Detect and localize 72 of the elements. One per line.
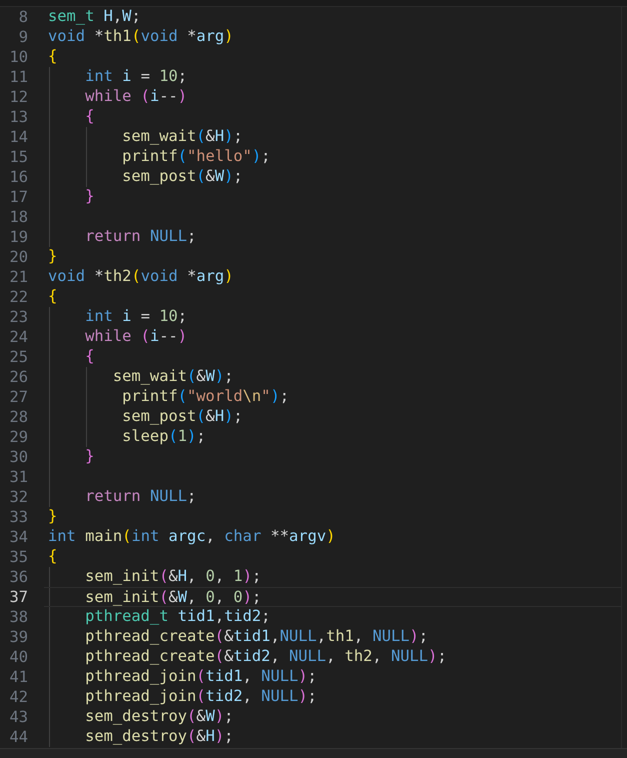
line-number: 35 <box>8 547 28 567</box>
code-line: int main(int argc, char **argv) <box>48 527 336 545</box>
line-number: 22 <box>8 287 28 307</box>
code-line: pthread_t tid1,tid2; <box>84 607 270 625</box>
line-number: 44 <box>8 727 28 747</box>
code-line: while (i--) <box>84 327 188 345</box>
line-number: 15 <box>8 147 28 167</box>
code-line: { <box>48 287 58 305</box>
code-line: } <box>84 187 94 205</box>
line-number: 37 <box>8 587 28 607</box>
line-number: 24 <box>8 327 28 347</box>
line-number: 14 <box>8 127 28 147</box>
code-line: return NULL; <box>84 227 196 245</box>
line-number: 19 <box>8 227 28 247</box>
code-line: int i = 10; <box>84 67 188 85</box>
line-number: 20 <box>8 247 28 267</box>
line-number: 36 <box>8 567 28 587</box>
line-number: 11 <box>8 67 28 87</box>
code-line: printf("world\n"); <box>121 387 290 405</box>
line-number: 16 <box>8 167 28 187</box>
line-number: 26 <box>8 367 28 387</box>
line-number: 40 <box>8 647 28 667</box>
line-number: 18 <box>8 207 28 227</box>
code-line: sem_wait(&H); <box>121 127 243 145</box>
line-number: 38 <box>8 607 28 627</box>
code-line: } <box>48 507 58 525</box>
code-line: int i = 10; <box>84 307 188 325</box>
line-number: 31 <box>8 467 28 487</box>
code-line: sem_post(&H); <box>121 407 243 425</box>
line-number: 33 <box>8 507 28 527</box>
code-line: while (i--) <box>84 87 188 105</box>
line-number: 23 <box>8 307 28 327</box>
line-number: 43 <box>8 707 28 727</box>
code-line: { <box>84 107 94 125</box>
line-number: 39 <box>8 627 28 647</box>
line-number: 30 <box>8 447 28 467</box>
code-line: sleep(1); <box>121 427 206 445</box>
code-line: sem_init(&H, 0, 1); <box>84 567 262 585</box>
line-number: 29 <box>8 427 28 447</box>
code-line: printf("hello"); <box>121 147 270 165</box>
line-number: 13 <box>8 107 28 127</box>
code-line: pthread_create(&tid2, NULL, th2, NULL); <box>84 647 447 665</box>
code-line: pthread_join(tid1, NULL); <box>84 667 317 685</box>
code-line: pthread_create(&tid1,NULL,th1, NULL); <box>84 627 428 645</box>
line-number: 17 <box>8 187 28 207</box>
code-line: pthread_join(tid2, NULL); <box>84 687 317 705</box>
code-line: sem_destroy(&H); <box>84 727 234 745</box>
code-line: { <box>48 547 58 565</box>
code-line: } <box>48 247 58 265</box>
code-line: { <box>84 347 94 365</box>
line-number: 32 <box>8 487 28 507</box>
line-number: 8 <box>18 7 28 27</box>
code-line: return NULL; <box>84 487 196 505</box>
code-line: { <box>48 47 58 65</box>
line-number: 9 <box>18 27 28 47</box>
line-number: 34 <box>8 527 28 547</box>
code-line: sem_init(&W, 0, 0); <box>84 588 262 606</box>
code-line: } <box>84 447 94 465</box>
line-number: 27 <box>8 387 28 407</box>
line-number: 42 <box>8 687 28 707</box>
line-number: 25 <box>8 347 28 367</box>
code-line: sem_t H,W; <box>48 7 141 25</box>
line-number: 10 <box>8 47 28 67</box>
line-number: 21 <box>8 267 28 287</box>
code-line: sem_destroy(&W); <box>84 707 234 725</box>
code-line: void *th1(void *arg) <box>48 27 234 45</box>
code-line: void *th2(void *arg) <box>48 267 234 285</box>
line-number: 12 <box>8 87 28 107</box>
code-line: sem_post(&W); <box>121 167 243 185</box>
line-number: 28 <box>8 407 28 427</box>
code-line: sem_wait(&W); <box>112 367 234 385</box>
line-number: 41 <box>8 667 28 687</box>
